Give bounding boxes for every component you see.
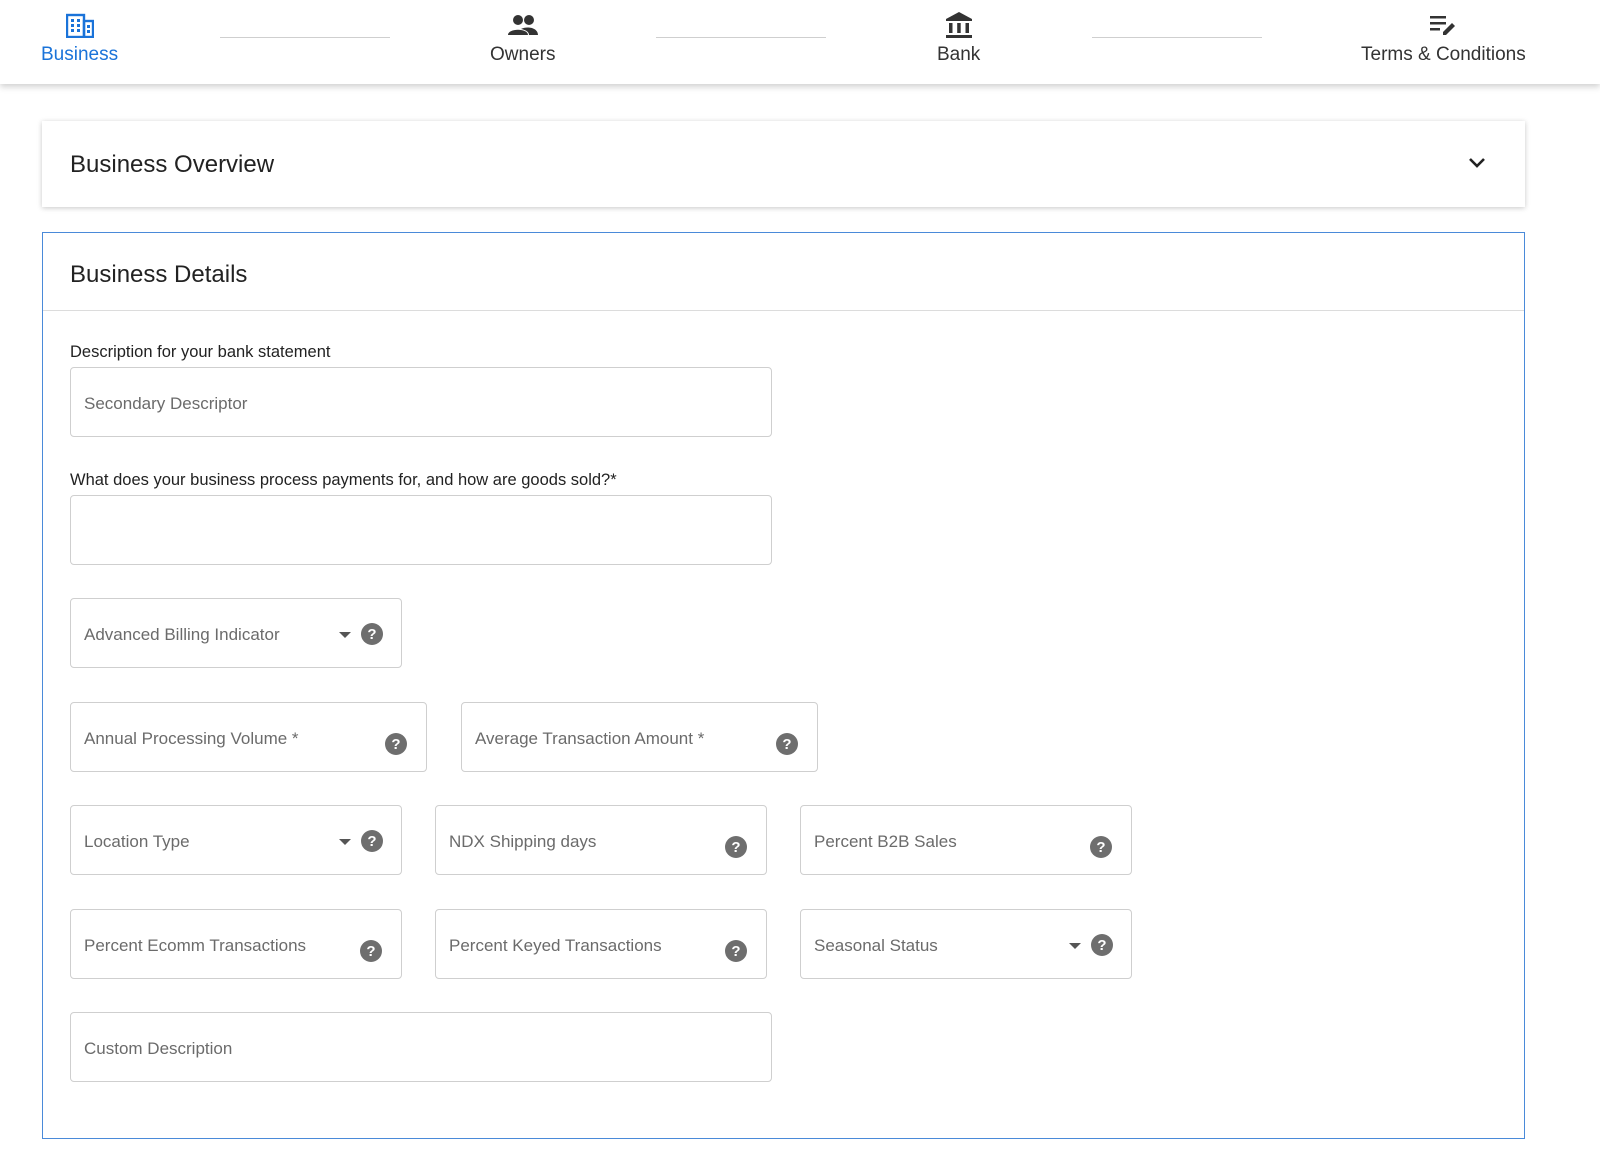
help-icon[interactable]: ? bbox=[725, 836, 747, 858]
advanced-billing-select[interactable]: Advanced Billing Indicator ? bbox=[70, 598, 402, 668]
onboarding-stepper: Business Owners Bank Terms & Conditions bbox=[0, 0, 1600, 84]
average-transaction-amount-input[interactable]: Average Transaction Amount * ? bbox=[461, 702, 818, 772]
caret-down-icon[interactable] bbox=[339, 632, 351, 638]
placeholder: Percent B2B Sales bbox=[814, 832, 957, 851]
step-label: Bank bbox=[937, 44, 981, 65]
bank-icon bbox=[944, 11, 974, 39]
placeholder: Annual Processing Volume * bbox=[84, 729, 299, 748]
secondary-descriptor-input[interactable]: Secondary Descriptor bbox=[70, 367, 772, 437]
help-icon[interactable]: ? bbox=[1090, 836, 1112, 858]
help-icon[interactable]: ? bbox=[360, 940, 382, 962]
business-overview-panel[interactable]: Business Overview bbox=[42, 121, 1525, 207]
chevron-down-icon[interactable] bbox=[1465, 151, 1489, 175]
location-type-select[interactable]: Location Type ? bbox=[70, 805, 402, 875]
placeholder: Secondary Descriptor bbox=[84, 394, 248, 413]
business-building-icon bbox=[65, 11, 95, 39]
custom-description-input[interactable]: Custom Description bbox=[70, 1012, 772, 1082]
business-details-panel: Business Details Description for your ba… bbox=[42, 232, 1525, 1139]
business-overview-title: Business Overview bbox=[70, 151, 275, 178]
step-connector bbox=[1092, 37, 1262, 38]
seasonal-status-select[interactable]: Seasonal Status ? bbox=[800, 909, 1132, 979]
help-icon[interactable]: ? bbox=[776, 733, 798, 755]
step-label: Owners bbox=[490, 44, 556, 65]
help-icon[interactable]: ? bbox=[1091, 934, 1113, 956]
section-divider bbox=[43, 310, 1524, 311]
placeholder: Seasonal Status bbox=[814, 936, 938, 955]
step-connector bbox=[220, 37, 390, 38]
placeholder: Percent Ecomm Transactions bbox=[84, 936, 307, 955]
annual-processing-volume-input[interactable]: Annual Processing Volume * ? bbox=[70, 702, 427, 772]
placeholder: Custom Description bbox=[84, 1039, 233, 1058]
people-icon bbox=[507, 11, 538, 39]
step-label: Business bbox=[41, 44, 119, 65]
step-business[interactable]: Business bbox=[41, 0, 118, 84]
step-bank[interactable]: Bank bbox=[937, 0, 980, 84]
placeholder: Percent Keyed Transactions bbox=[449, 936, 662, 955]
business-details-title: Business Details bbox=[70, 261, 248, 288]
percent-ecomm-transactions-input[interactable]: Percent Ecomm Transactions ? bbox=[70, 909, 402, 979]
placeholder: NDX Shipping days bbox=[449, 832, 597, 851]
help-icon[interactable]: ? bbox=[385, 733, 407, 755]
process-payments-input[interactable] bbox=[70, 495, 772, 565]
percent-keyed-transactions-input[interactable]: Percent Keyed Transactions ? bbox=[435, 909, 767, 979]
bank-statement-label: Description for your bank statement bbox=[70, 343, 331, 361]
ndx-shipping-days-input[interactable]: NDX Shipping days ? bbox=[435, 805, 767, 875]
step-label: Terms & Conditions bbox=[1361, 44, 1526, 65]
step-owners[interactable]: Owners bbox=[490, 0, 555, 84]
edit-list-icon bbox=[1428, 11, 1458, 39]
placeholder: Advanced Billing Indicator bbox=[84, 625, 280, 644]
placeholder: Average Transaction Amount * bbox=[475, 729, 705, 748]
help-icon[interactable]: ? bbox=[361, 830, 383, 852]
percent-b2b-sales-input[interactable]: Percent B2B Sales ? bbox=[800, 805, 1132, 875]
step-terms[interactable]: Terms & Conditions bbox=[1361, 0, 1526, 84]
caret-down-icon[interactable] bbox=[339, 839, 351, 845]
process-payments-label: What does your business process payments… bbox=[70, 471, 617, 489]
step-connector bbox=[656, 37, 826, 38]
placeholder: Location Type bbox=[84, 832, 190, 851]
caret-down-icon[interactable] bbox=[1069, 943, 1081, 949]
help-icon[interactable]: ? bbox=[725, 940, 747, 962]
help-icon[interactable]: ? bbox=[361, 623, 383, 645]
